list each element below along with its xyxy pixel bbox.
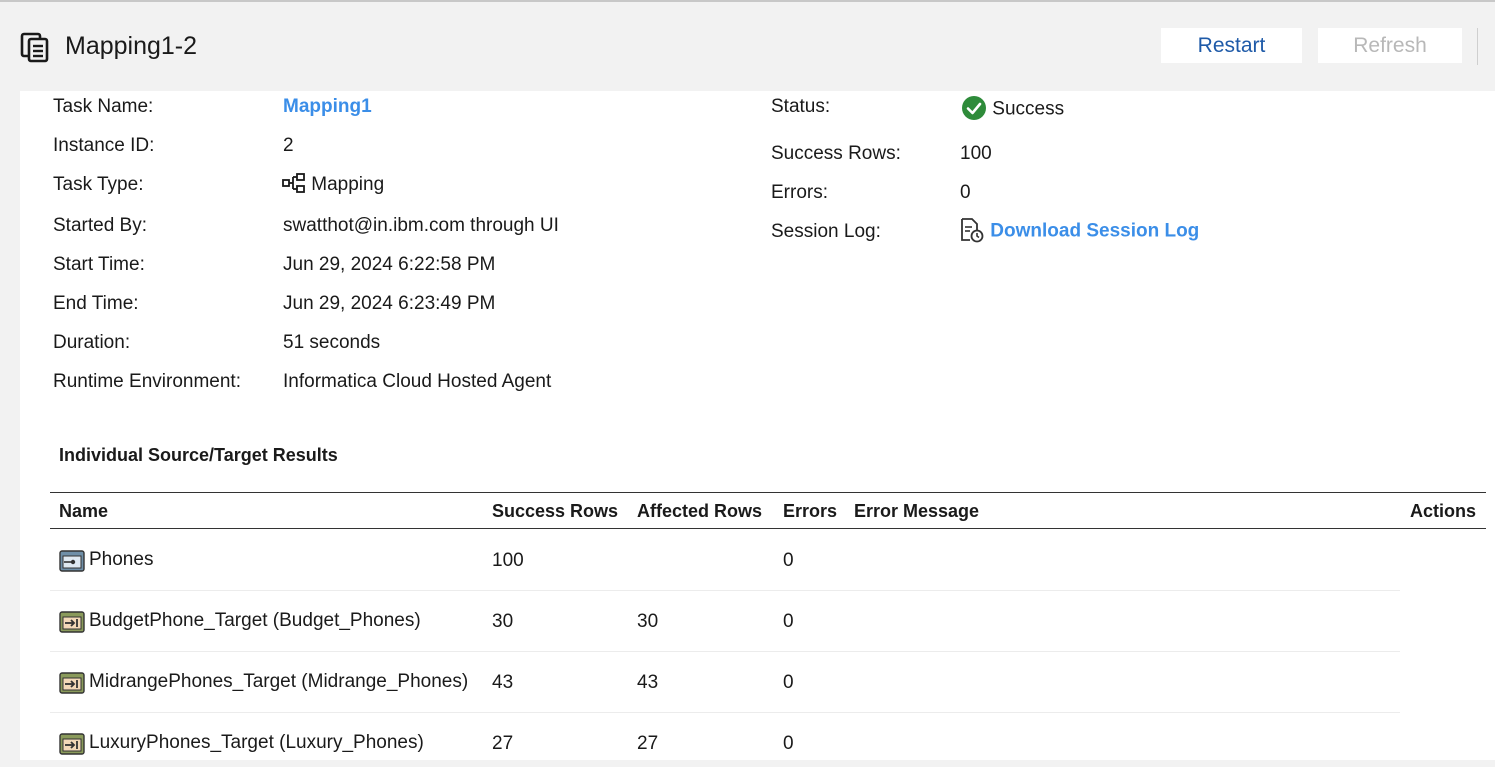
errors-label: Errors: <box>771 182 828 203</box>
row-success-rows: 100 <box>492 550 524 571</box>
task-type-text: Mapping <box>311 174 385 195</box>
row-errors: 0 <box>783 733 794 754</box>
page-title: Mapping1-2 <box>65 32 198 60</box>
row-success-rows: 30 <box>492 611 514 632</box>
job-details-panel: Task Name: Mapping1 Instance ID: 2 Task … <box>20 91 1495 760</box>
restart-button[interactable]: Restart <box>1161 28 1302 63</box>
refresh-button[interactable]: Refresh <box>1318 28 1462 63</box>
column-header-actions: Actions <box>1410 501 1477 521</box>
status-label: Status: <box>771 96 831 117</box>
task-name-label: Task Name: <box>53 96 154 117</box>
instance-id-label: Instance ID: <box>53 135 155 156</box>
success-rows-value: 100 <box>960 143 992 164</box>
row-name: Phones <box>89 549 154 570</box>
column-header-success-rows[interactable]: Success Rows <box>492 501 618 522</box>
end-time-value: Jun 29, 2024 6:23:49 PM <box>283 293 496 314</box>
session-log-label: Session Log: <box>771 221 881 242</box>
duration-label: Duration: <box>53 332 131 353</box>
row-affected-rows: 43 <box>637 672 659 693</box>
table-top-border <box>50 492 1486 493</box>
row-name: MidrangePhones_Target (Midrange_Phones) <box>89 671 469 692</box>
instance-id-value: 2 <box>283 135 294 156</box>
success-rows-label: Success Rows: <box>771 143 901 164</box>
status-value: Success <box>961 96 1065 121</box>
row-divider <box>50 712 1400 713</box>
column-header-error-message[interactable]: Error Message <box>854 501 979 522</box>
job-details-icon <box>20 32 49 63</box>
row-affected-rows: 30 <box>637 611 659 632</box>
download-session-log-link[interactable]: Download Session Log <box>990 221 1199 242</box>
runtime-environment-value: Informatica Cloud Hosted Agent <box>283 371 552 392</box>
row-errors: 0 <box>783 672 794 693</box>
status-text: Success <box>992 98 1065 120</box>
start-time-label: Start Time: <box>53 254 145 275</box>
row-divider <box>50 651 1400 652</box>
runtime-environment-label: Runtime Environment: <box>53 371 241 392</box>
end-time-label: End Time: <box>53 293 139 314</box>
table-header-border <box>50 528 1486 529</box>
success-check-icon <box>962 96 986 120</box>
source-icon <box>59 550 85 572</box>
start-time-value: Jun 29, 2024 6:22:58 PM <box>283 254 496 275</box>
bottom-strip <box>0 760 1495 767</box>
target-icon <box>59 672 85 694</box>
started-by-label: Started By: <box>53 215 147 236</box>
page-header: Mapping1-2 Restart Refresh <box>0 2 1495 91</box>
row-success-rows: 43 <box>492 672 514 693</box>
column-header-name[interactable]: Name <box>59 501 108 522</box>
row-affected-rows: 27 <box>637 733 659 754</box>
row-success-rows: 27 <box>492 733 514 754</box>
row-errors: 0 <box>783 611 794 632</box>
duration-value: 51 seconds <box>283 332 381 353</box>
errors-value: 0 <box>960 182 971 203</box>
row-divider <box>50 590 1400 591</box>
results-section-title: Individual Source/Target Results <box>59 445 338 465</box>
mapping-icon <box>282 173 305 194</box>
header-divider <box>1477 28 1478 65</box>
column-header-affected-rows[interactable]: Affected Rows <box>637 501 762 522</box>
column-header-errors[interactable]: Errors <box>783 501 837 522</box>
row-errors: 0 <box>783 550 794 571</box>
task-type-value: Mapping <box>282 173 385 196</box>
started-by-value: swatthot@in.ibm.com through UI <box>283 215 559 236</box>
target-icon <box>59 733 85 755</box>
row-name: LuxuryPhones_Target (Luxury_Phones) <box>89 732 424 753</box>
session-log-value: Download Session Log <box>959 218 1199 243</box>
target-icon <box>59 611 85 633</box>
task-type-label: Task Type: <box>53 174 144 195</box>
task-name-link[interactable]: Mapping1 <box>283 96 372 118</box>
row-name: BudgetPhone_Target (Budget_Phones) <box>89 610 421 631</box>
session-log-icon <box>961 218 984 243</box>
